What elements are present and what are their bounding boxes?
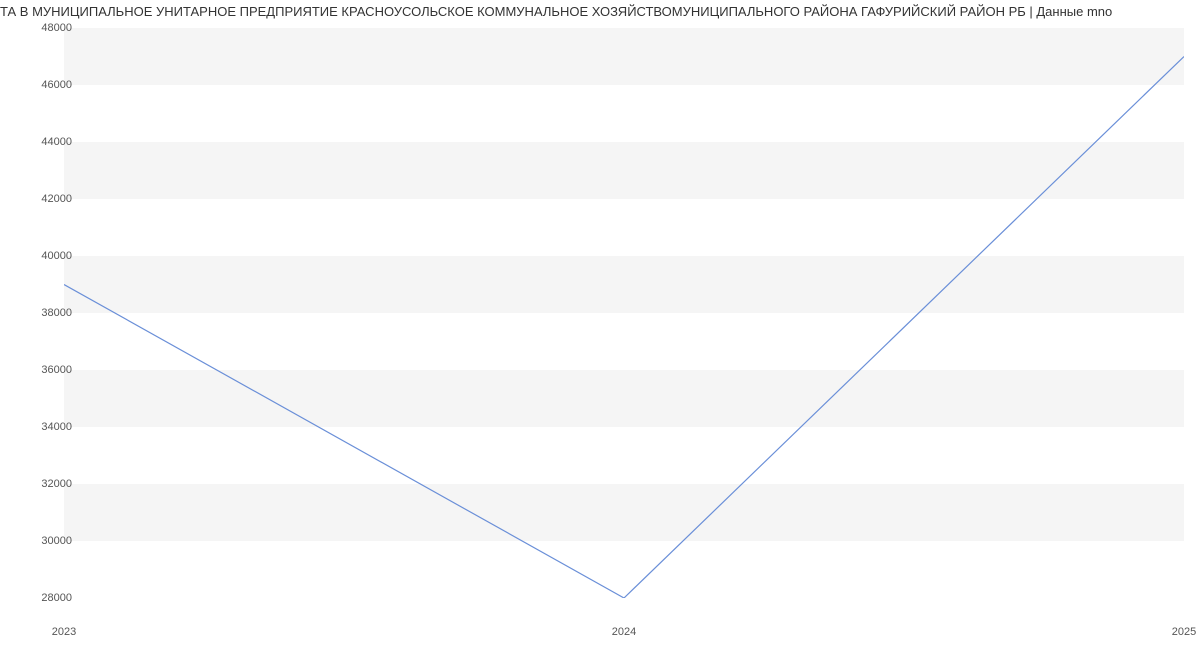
x-tick-label: 2024 [612,626,636,638]
x-tick-label: 2023 [52,626,76,638]
y-tick-label: 42000 [12,193,72,205]
y-tick-label: 38000 [12,307,72,319]
y-tick-label: 46000 [12,79,72,91]
y-tick-label: 34000 [12,421,72,433]
chart-plot-area [64,28,1184,598]
y-tick-label: 32000 [12,478,72,490]
line-series [64,57,1184,599]
y-tick-label: 30000 [12,535,72,547]
y-tick-label: 44000 [12,136,72,148]
y-tick-label: 36000 [12,364,72,376]
y-tick-label: 40000 [12,250,72,262]
y-tick-label: 48000 [12,22,72,34]
chart-title: ТА В МУНИЦИПАЛЬНОЕ УНИТАРНОЕ ПРЕДПРИЯТИЕ… [0,0,1200,23]
y-tick-label: 28000 [12,592,72,604]
x-tick-label: 2025 [1172,626,1196,638]
